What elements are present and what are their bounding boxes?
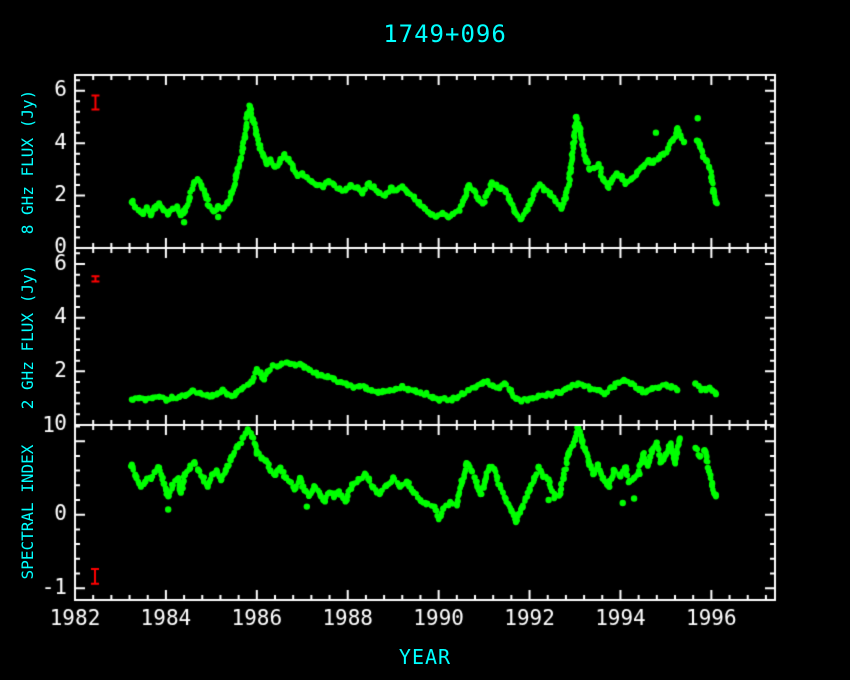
y-axis-label-spectral-index: SPECTRAL INDEX <box>18 332 40 680</box>
light-curves-canvas <box>0 0 850 680</box>
x-axis-label: YEAR <box>75 645 775 669</box>
light-curve-figure: 1749+096 8 GHz FLUX (Jy) 2 GHz FLUX (Jy)… <box>0 0 850 680</box>
plot-title: 1749+096 <box>95 20 795 48</box>
